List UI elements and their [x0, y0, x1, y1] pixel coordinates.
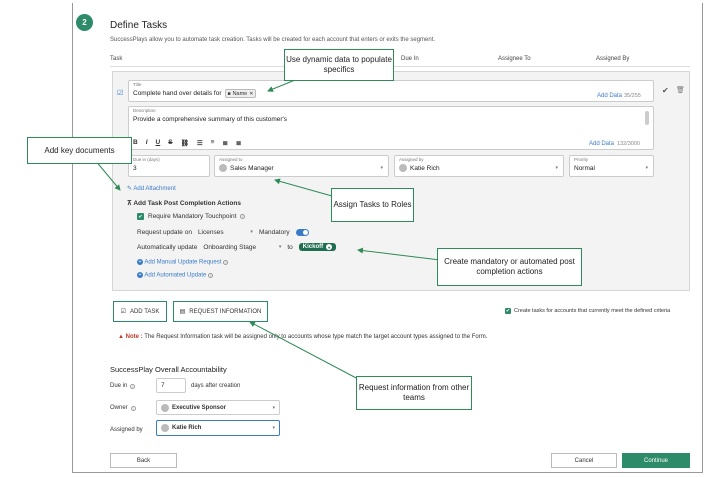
callout-request-information: Request information from other teams — [356, 376, 472, 410]
callout-post-completion: Create mandatory or automated post compl… — [437, 248, 582, 286]
callout-dynamic-data: Use dynamic data to populate specifics — [284, 49, 394, 81]
callout-assign-roles: Assign Tasks to Roles — [331, 188, 414, 222]
callout-key-documents: Add key documents — [27, 137, 132, 164]
